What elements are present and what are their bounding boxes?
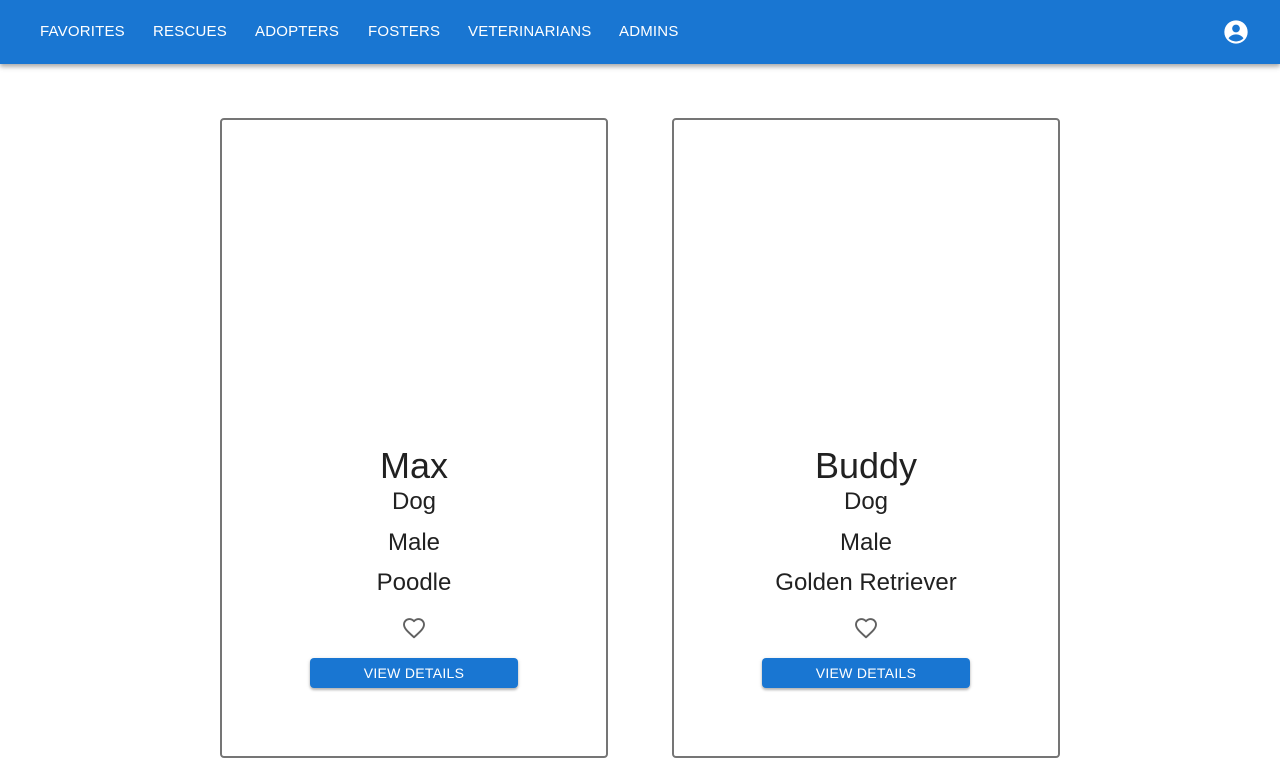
heart-outline-icon xyxy=(855,618,877,639)
account-circle-icon xyxy=(1224,20,1248,44)
nav-fosters[interactable]: FOSTERS xyxy=(368,16,440,48)
pet-breed: Poodle xyxy=(376,569,452,596)
view-details-button[interactable]: VIEW DETAILS xyxy=(310,658,518,688)
account-button[interactable] xyxy=(1222,18,1250,46)
heart-outline-icon xyxy=(403,618,425,639)
pet-sex: Male xyxy=(839,529,893,556)
pet-card: Buddy Dog Male Golden Retriever VIEW DET… xyxy=(672,118,1060,758)
pet-sex: Male xyxy=(387,529,441,556)
favorite-button[interactable] xyxy=(854,617,878,641)
pet-card: Max Dog Male Poodle VIEW DETAILS xyxy=(220,118,608,758)
pet-breed: Golden Retriever xyxy=(775,569,957,596)
view-details-button[interactable]: VIEW DETAILS xyxy=(762,658,970,688)
pet-photo xyxy=(222,120,606,430)
nav-admins[interactable]: ADMINS xyxy=(619,16,679,48)
pet-name: Buddy xyxy=(814,445,918,486)
favorite-button[interactable] xyxy=(402,617,426,641)
pet-species: Dog xyxy=(391,488,437,515)
nav-veterinarians[interactable]: VETERINARIANS xyxy=(468,16,591,48)
pet-name: Max xyxy=(379,445,448,486)
nav-favorites[interactable]: FAVORITES xyxy=(40,16,125,48)
top-app-bar: FAVORITES RESCUES ADOPTERS FOSTERS VETER… xyxy=(0,0,1280,64)
pet-species: Dog xyxy=(843,488,889,515)
pet-photo xyxy=(674,120,1058,430)
nav-rescues[interactable]: RESCUES xyxy=(153,16,227,48)
nav-adopters[interactable]: ADOPTERS xyxy=(255,16,339,48)
